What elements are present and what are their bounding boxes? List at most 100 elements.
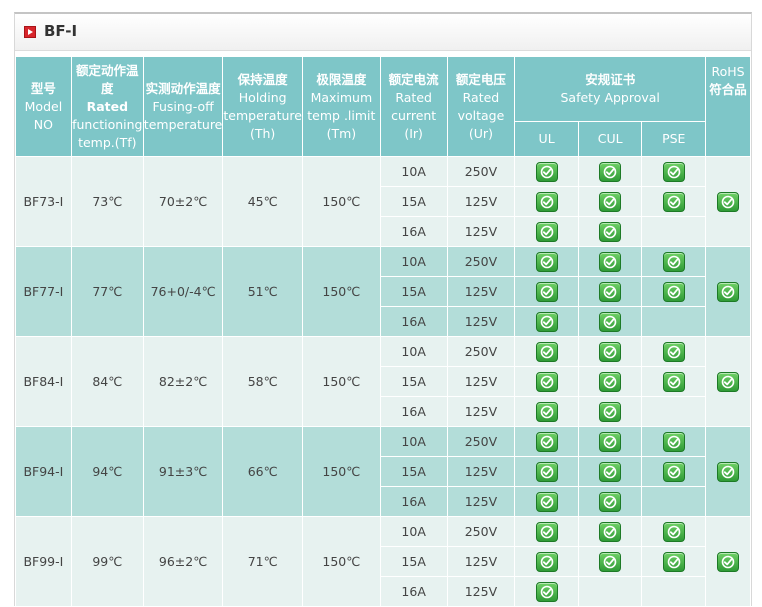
check-approved-icon [717, 551, 740, 572]
rated-voltage-cell: 125V [446, 546, 516, 577]
rohs-cell [705, 246, 751, 337]
check-approved-icon [599, 401, 622, 422]
rated-voltage-cell: 250V [446, 336, 516, 367]
check-approved-icon [535, 191, 558, 212]
check-approved-icon [599, 191, 622, 212]
rated-voltage-cell: 125V [446, 456, 516, 487]
cul-cell [577, 216, 643, 247]
ul-cell [514, 456, 579, 487]
pse-cell [641, 366, 707, 397]
model-group: BF99-I 99℃ 96±2℃ 71℃ 150℃ 10A 250V 15A 125V 16A 12… [15, 516, 751, 607]
pse-cell [641, 546, 707, 577]
cul-cell [577, 576, 643, 607]
table-row: BF99-I 99℃ 96±2℃ 71℃ 150℃ 10A 250V [15, 516, 751, 607]
header-holding-temp: 保持温度 Holding temperature (Th) [222, 56, 303, 157]
pse-cell [641, 306, 707, 337]
rated-current-cell: 15A [379, 546, 448, 577]
check-approved-icon [599, 281, 622, 302]
cul-cell [577, 456, 643, 487]
pse-cell [641, 276, 707, 307]
pse-cell [641, 426, 707, 457]
rated-current-cell: 15A [379, 366, 448, 397]
rated-voltage-cell: 125V [446, 366, 516, 397]
rohs-cell [705, 156, 751, 247]
ul-cell [514, 306, 579, 337]
play-arrow-icon [24, 26, 36, 38]
cul-cell [577, 246, 643, 277]
cul-cell [577, 156, 643, 187]
check-approved-icon [535, 431, 558, 452]
table-row: BF73-I 73℃ 70±2℃ 45℃ 150℃ 10A 250V [15, 156, 751, 247]
pse-cell [641, 516, 707, 547]
ul-cell [514, 246, 579, 277]
ul-cell [514, 546, 579, 577]
check-approved-icon [662, 161, 685, 182]
cul-cell [577, 486, 643, 517]
rated-current-cell: 16A [379, 306, 448, 337]
header-max-temp: 极限温度 Maximum temp .limit (Tm) [301, 56, 381, 157]
check-approved-icon [717, 281, 740, 302]
rohs-cell [705, 516, 751, 607]
rated-current-cell: 15A [379, 276, 448, 307]
ul-cell [514, 276, 579, 307]
check-approved-icon [599, 371, 622, 392]
check-approved-icon [662, 341, 685, 362]
header-fusing-temp: 实测动作温度 Fusing-off temperature [142, 56, 224, 157]
rated-current-cell: 15A [379, 456, 448, 487]
max-temp-cell: 150℃ [301, 516, 381, 607]
check-approved-icon [717, 191, 740, 212]
check-approved-icon [535, 401, 558, 422]
check-approved-icon [599, 521, 622, 542]
rated-voltage-cell: 250V [446, 246, 516, 277]
pse-cell [641, 486, 707, 517]
holding-temp-cell: 58℃ [222, 336, 303, 427]
ul-cell [514, 216, 579, 247]
cul-cell [577, 396, 643, 427]
header-rated-voltage: 额定电压 Rated voltage (Ur) [446, 56, 516, 157]
fusing-temp-cell: 96±2℃ [142, 516, 224, 607]
check-approved-icon [535, 461, 558, 482]
check-approved-icon [662, 431, 685, 452]
pse-cell [641, 246, 707, 277]
table-row: BF84-I 84℃ 82±2℃ 58℃ 150℃ 10A 250V [15, 336, 751, 427]
check-approved-icon [535, 491, 558, 512]
rated-temp-cell: 94℃ [70, 426, 144, 517]
ul-cell [514, 156, 579, 187]
check-approved-icon [717, 371, 740, 392]
check-approved-icon [535, 521, 558, 542]
rated-temp-cell: 99℃ [70, 516, 144, 607]
rohs-cell [705, 336, 751, 427]
header-ul: UL [514, 121, 579, 157]
header-rated-temp: 额定动作温度 Rated functioning temp.(Tf) [70, 56, 144, 157]
pse-cell [641, 156, 707, 187]
check-approved-icon [662, 281, 685, 302]
panel-title: BF-I [44, 22, 78, 40]
fusing-temp-cell: 76+0/-4℃ [142, 246, 224, 337]
table-row: BF94-I 94℃ 91±3℃ 66℃ 150℃ 10A 250V [15, 426, 751, 517]
check-approved-icon [535, 341, 558, 362]
check-approved-icon [599, 491, 622, 512]
pse-cell [641, 576, 707, 607]
max-temp-cell: 150℃ [301, 426, 381, 517]
rated-voltage-cell: 125V [446, 186, 516, 217]
fusing-temp-cell: 70±2℃ [142, 156, 224, 247]
rated-voltage-cell: 125V [446, 306, 516, 337]
pse-cell [641, 186, 707, 217]
header-rohs: RoHS 符合品 [705, 56, 751, 157]
ul-cell [514, 516, 579, 547]
max-temp-cell: 150℃ [301, 336, 381, 427]
header-model: 型号 Model NO [15, 56, 72, 157]
check-approved-icon [599, 311, 622, 332]
cul-cell [577, 546, 643, 577]
rated-temp-cell: 77℃ [70, 246, 144, 337]
check-approved-icon [535, 371, 558, 392]
check-approved-icon [599, 551, 622, 572]
check-approved-icon [599, 251, 622, 272]
ul-cell [514, 396, 579, 427]
rated-voltage-cell: 250V [446, 516, 516, 547]
rated-voltage-cell: 125V [446, 576, 516, 607]
model-cell: BF99-I [15, 516, 72, 607]
fusing-temp-cell: 82±2℃ [142, 336, 224, 427]
spec-table: 型号 Model NO 额定动作温度 Rated functioning tem… [15, 56, 751, 607]
check-approved-icon [662, 521, 685, 542]
